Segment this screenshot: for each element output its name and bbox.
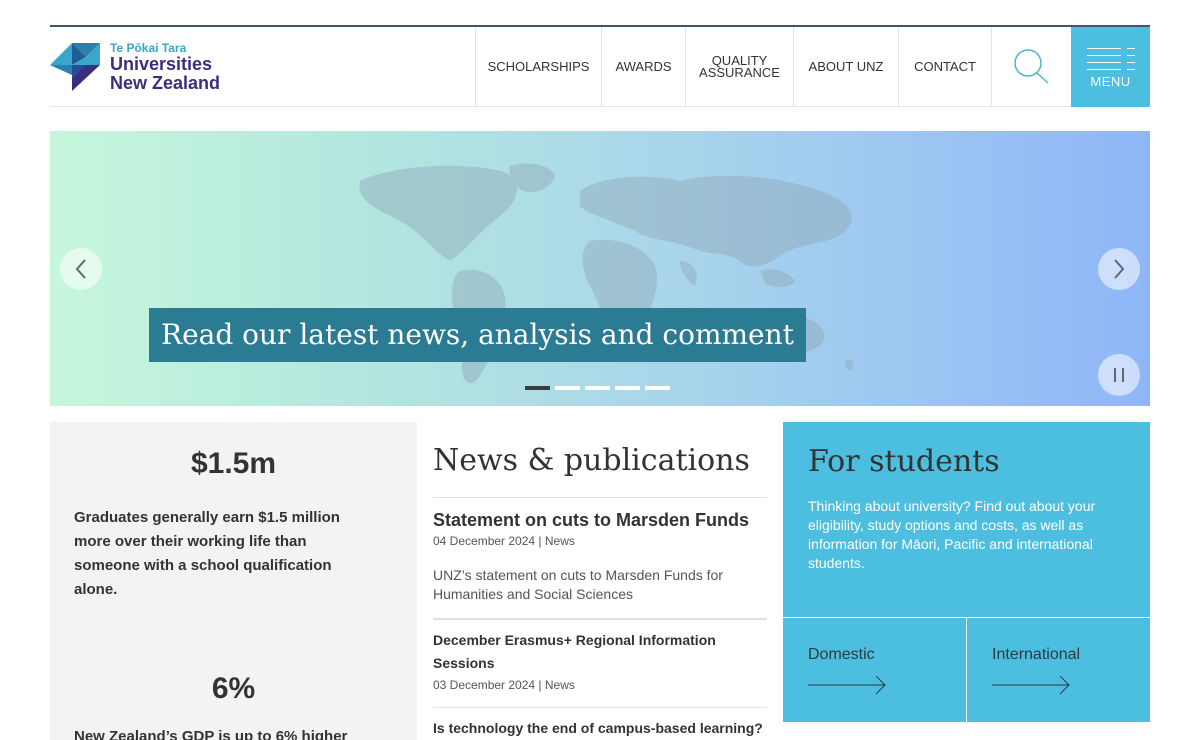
international-label: International	[992, 646, 1081, 663]
carousel-dot-3[interactable]	[585, 386, 610, 390]
carousel-dots	[525, 386, 670, 390]
menu-label: MENU	[1090, 74, 1131, 89]
stat-description: Graduates generally earn $1.5 million mo…	[74, 509, 340, 598]
logo-line2: New Zealand	[110, 73, 221, 93]
search-button[interactable]	[991, 27, 1071, 107]
carousel-dot-5[interactable]	[645, 386, 670, 390]
nav-quality-line2: ASSURANCE	[699, 65, 780, 80]
nav-awards[interactable]: AWARDS	[601, 27, 685, 107]
news-panel: News & publications Statement on cuts to…	[433, 422, 767, 740]
unz-logo-icon	[50, 43, 100, 91]
carousel-dot-1[interactable]	[525, 386, 550, 390]
logo-maori-name: Te Pōkai Tara	[110, 41, 187, 55]
arrow-right-icon	[992, 675, 1070, 695]
stat-value: 6%	[211, 672, 256, 705]
site-header: Te Pōkai Tara Universities New Zealand S…	[50, 25, 1150, 107]
carousel-pause-button[interactable]	[1098, 354, 1140, 396]
nav-scholarships[interactable]: SCHOLARSHIPS	[475, 27, 601, 107]
news-item-meta: 04 December 2024 | News	[433, 534, 575, 548]
carousel-dot-2[interactable]	[555, 386, 580, 390]
nav-quality-assurance[interactable]: QUALITY ASSURANCE	[685, 27, 793, 107]
students-heading[interactable]: For students	[808, 444, 1000, 479]
students-description: Thinking about university? Find out abou…	[808, 498, 1096, 571]
international-link[interactable]: International	[966, 618, 1150, 722]
hero-carousel: Read our latest news, analysis and comme…	[50, 131, 1150, 406]
carousel-next-button[interactable]	[1098, 248, 1140, 290]
news-item-title[interactable]: Statement on cuts to Marsden Funds	[433, 510, 749, 531]
news-item-title[interactable]: December Erasmus+ Regional Information S…	[433, 629, 753, 675]
chevron-left-icon	[75, 259, 86, 279]
pause-icon	[1114, 368, 1124, 382]
main-nav: SCHOLARSHIPS AWARDS QUALITY ASSURANCE AB…	[475, 27, 1150, 107]
news-item-description: UNZ’s statement on cuts to Marsden Funds…	[433, 567, 723, 602]
menu-icon	[1086, 46, 1135, 72]
stat-value: $1.5m	[190, 447, 277, 480]
world-map-image	[359, 163, 854, 384]
news-item-meta: 03 December 2024 | News	[433, 678, 575, 692]
news-divider	[433, 497, 767, 498]
students-links: Domestic International	[783, 617, 1150, 722]
carousel-dot-4[interactable]	[615, 386, 640, 390]
domestic-label: Domestic	[808, 646, 875, 663]
nav-about-unz[interactable]: ABOUT UNZ	[793, 27, 898, 107]
logo-line1: Universities	[110, 54, 213, 74]
carousel-prev-button[interactable]	[60, 248, 102, 290]
domestic-link[interactable]: Domestic	[783, 618, 966, 722]
logo-text: Te Pōkai Tara Universities New Zealand	[110, 41, 220, 93]
nav-contact[interactable]: CONTACT	[898, 27, 991, 107]
arrow-right-icon	[808, 675, 886, 695]
news-divider	[433, 618, 767, 620]
menu-button[interactable]: MENU	[1071, 27, 1150, 107]
stat-description: New Zealand’s GDP is up to 6% higher	[74, 728, 348, 740]
students-panel: For students Thinking about university? …	[783, 422, 1150, 722]
news-item-title[interactable]: Is technology the end of campus-based le…	[433, 720, 767, 736]
site-logo[interactable]: Te Pōkai Tara Universities New Zealand	[50, 41, 220, 93]
hero-caption[interactable]: Read our latest news, analysis and comme…	[149, 308, 806, 362]
chevron-right-icon	[1114, 259, 1125, 279]
news-heading[interactable]: News & publications	[433, 443, 750, 478]
stats-panel: $1.5m Graduates generally earn $1.5 mill…	[50, 422, 417, 740]
search-icon	[1013, 49, 1049, 84]
news-divider	[433, 707, 767, 708]
